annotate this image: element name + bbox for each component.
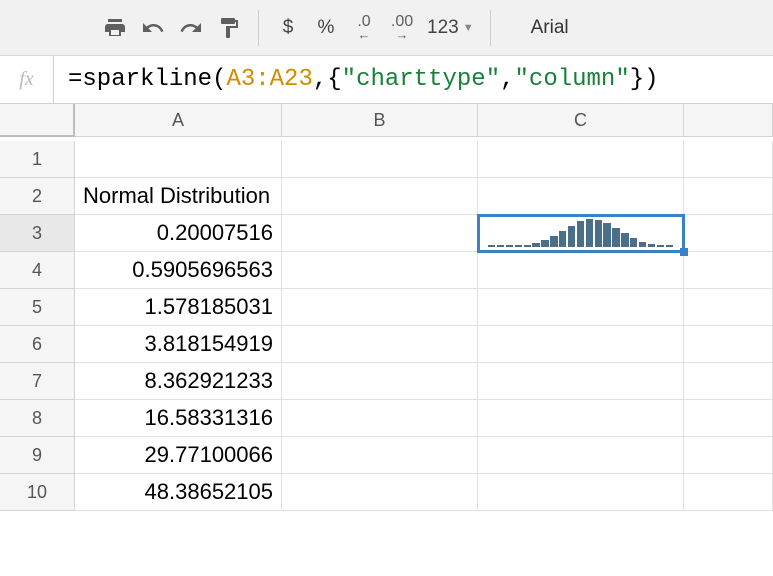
cell-B4[interactable] <box>282 252 478 289</box>
cell-C8[interactable] <box>478 400 684 437</box>
cell-C7[interactable] <box>478 363 684 400</box>
column-header-C[interactable]: C <box>478 104 684 137</box>
cell-A9[interactable]: 29.77100066 <box>75 437 282 474</box>
row-header[interactable]: 7 <box>0 363 75 400</box>
cell-D6[interactable] <box>684 326 773 363</box>
cell-A7[interactable]: 8.362921233 <box>75 363 282 400</box>
paint-format-icon[interactable] <box>210 9 248 47</box>
row-header[interactable]: 1 <box>0 141 75 178</box>
cell-A10[interactable]: 48.38652105 <box>75 474 282 511</box>
print-icon[interactable] <box>96 9 134 47</box>
cell-D9[interactable] <box>684 437 773 474</box>
cell-B5[interactable] <box>282 289 478 326</box>
cell-B2[interactable] <box>282 178 478 215</box>
cell-B9[interactable] <box>282 437 478 474</box>
cell-B8[interactable] <box>282 400 478 437</box>
cell-B3[interactable] <box>282 215 478 252</box>
increase-decimal-button[interactable]: .00 → <box>383 9 421 47</box>
cell-C4[interactable] <box>478 252 684 289</box>
formula-input[interactable]: =sparkline(A3:A23,{"charttype","column"}… <box>54 66 773 93</box>
column-header-B[interactable]: B <box>282 104 478 137</box>
row-header[interactable]: 9 <box>0 437 75 474</box>
cell-C6[interactable] <box>478 326 684 363</box>
cell-A8[interactable]: 16.58331316 <box>75 400 282 437</box>
cell-B10[interactable] <box>282 474 478 511</box>
percent-button[interactable]: % <box>307 9 345 47</box>
row-header[interactable]: 4 <box>0 252 75 289</box>
cell-B1[interactable] <box>282 141 478 178</box>
select-all-corner[interactable] <box>0 104 75 137</box>
column-header-D[interactable] <box>684 104 773 137</box>
cell-C5[interactable] <box>478 289 684 326</box>
cell-A1[interactable] <box>75 141 282 178</box>
sparkline-chart <box>486 219 675 247</box>
cell-D3[interactable] <box>684 215 773 252</box>
row-header[interactable]: 6 <box>0 326 75 363</box>
formula-bar: fx =sparkline(A3:A23,{"charttype","colum… <box>0 56 773 104</box>
undo-icon[interactable] <box>134 9 172 47</box>
cell-A3[interactable]: 0.20007516 <box>75 215 282 252</box>
decrease-decimal-button[interactable]: .0 ← <box>345 9 383 47</box>
separator <box>258 10 259 46</box>
font-selector[interactable]: Arial <box>511 13 589 43</box>
cell-D4[interactable] <box>684 252 773 289</box>
cell-B7[interactable] <box>282 363 478 400</box>
number-format-button[interactable]: 123 ▼ <box>421 9 480 47</box>
cell-D5[interactable] <box>684 289 773 326</box>
currency-button[interactable]: $ <box>269 9 307 47</box>
cell-C10[interactable] <box>478 474 684 511</box>
cell-A5[interactable]: 1.578185031 <box>75 289 282 326</box>
column-header-A[interactable]: A <box>75 104 282 137</box>
row-header[interactable]: 2 <box>0 178 75 215</box>
row-header[interactable]: 10 <box>0 474 75 511</box>
cell-D2[interactable] <box>684 178 773 215</box>
cell-A2[interactable]: Normal Distribution <box>75 178 282 215</box>
toolbar: $ % .0 ← .00 → 123 ▼ Arial <box>0 0 773 56</box>
cell-D8[interactable] <box>684 400 773 437</box>
cell-C2[interactable] <box>478 178 684 215</box>
row-header[interactable]: 5 <box>0 289 75 326</box>
chevron-down-icon: ▼ <box>463 22 474 34</box>
cell-C3[interactable] <box>478 215 684 252</box>
cell-A6[interactable]: 3.818154919 <box>75 326 282 363</box>
row-header[interactable]: 8 <box>0 400 75 437</box>
cell-D10[interactable] <box>684 474 773 511</box>
row-header[interactable]: 3 <box>0 215 75 252</box>
cell-D7[interactable] <box>684 363 773 400</box>
spreadsheet-grid: A B C 1 2 Normal Distribution 3 0.200075… <box>0 104 773 511</box>
cell-D1[interactable] <box>684 141 773 178</box>
separator <box>490 10 491 46</box>
cell-C1[interactable] <box>478 141 684 178</box>
cell-B6[interactable] <box>282 326 478 363</box>
cell-A4[interactable]: 0.5905696563 <box>75 252 282 289</box>
cell-C9[interactable] <box>478 437 684 474</box>
redo-icon[interactable] <box>172 9 210 47</box>
fx-label: fx <box>0 56 54 103</box>
